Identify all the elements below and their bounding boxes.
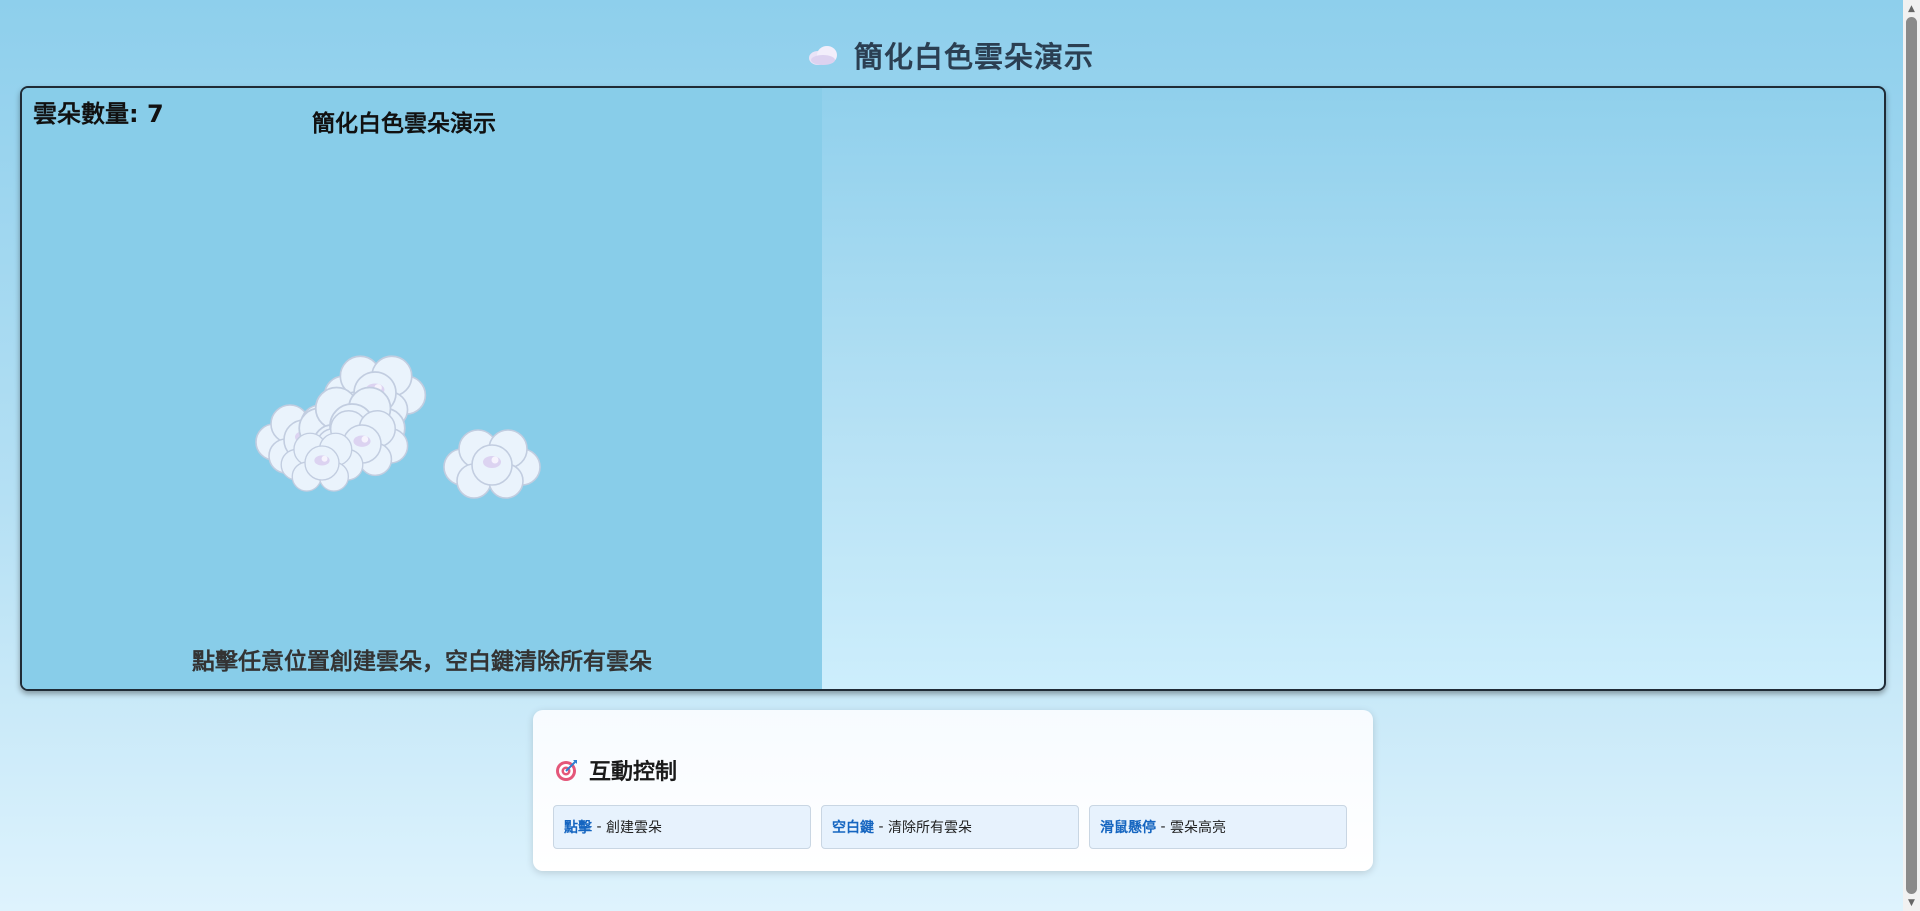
control-description: 雲朵高亮 [1169, 820, 1226, 836]
page-title: 簡化白色雲朵演示 [853, 40, 1094, 74]
cloud-canvas-frame: 雲朵數量: 7 簡化白色雲朵演示 點擊任意位置創建雲朵，空白鍵清除所有雲朵 [20, 86, 1886, 691]
control-description: 清除所有雲朵 [887, 820, 972, 836]
scroll-down-arrow-icon[interactable]: ▼ [1903, 894, 1920, 911]
scroll-thumb[interactable] [1906, 17, 1917, 894]
control-panel-heading: 互動控制 [555, 754, 677, 786]
vertical-scrollbar[interactable]: ▲ ▼ [1903, 0, 1920, 911]
control-items: 點擊 - 創建雲朵 空白鍵 - 清除所有雲朵 滑鼠懸停 - 雲朵高亮 [553, 805, 1347, 849]
control-separator: - [592, 819, 606, 835]
control-panel: 互動控制 點擊 - 創建雲朵 空白鍵 - 清除所有雲朵 滑鼠懸停 - 雲朵高亮 [533, 710, 1373, 871]
control-separator: - [874, 819, 888, 835]
control-description: 創建雲朵 [605, 820, 662, 836]
control-key: 空白鍵 [832, 820, 874, 836]
control-separator: - [1156, 819, 1170, 835]
control-item-click: 點擊 - 創建雲朵 [553, 805, 811, 849]
canvas-title: 簡化白色雲朵演示 [312, 111, 496, 137]
control-panel-title: 互動控制 [589, 760, 678, 785]
scroll-up-arrow-icon[interactable]: ▲ [1903, 0, 1920, 17]
cloud-canvas[interactable]: 雲朵數量: 7 簡化白色雲朵演示 點擊任意位置創建雲朵，空白鍵清除所有雲朵 [22, 88, 822, 689]
page-header: 簡化白色雲朵演示 [0, 32, 1900, 78]
control-key: 點擊 [564, 820, 592, 836]
target-icon [556, 760, 577, 781]
cloud[interactable] [443, 429, 541, 499]
control-key: 滑鼠懸停 [1100, 820, 1156, 836]
control-item-space: 空白鍵 - 清除所有雲朵 [821, 805, 1079, 849]
cloud-icon [808, 46, 837, 65]
canvas-instruction: 點擊任意位置創建雲朵，空白鍵清除所有雲朵 [192, 649, 652, 675]
control-item-hover: 滑鼠懸停 - 雲朵高亮 [1089, 805, 1347, 849]
cloud-count-label: 雲朵數量: 7 [33, 100, 164, 128]
cloud-layer [255, 355, 541, 499]
